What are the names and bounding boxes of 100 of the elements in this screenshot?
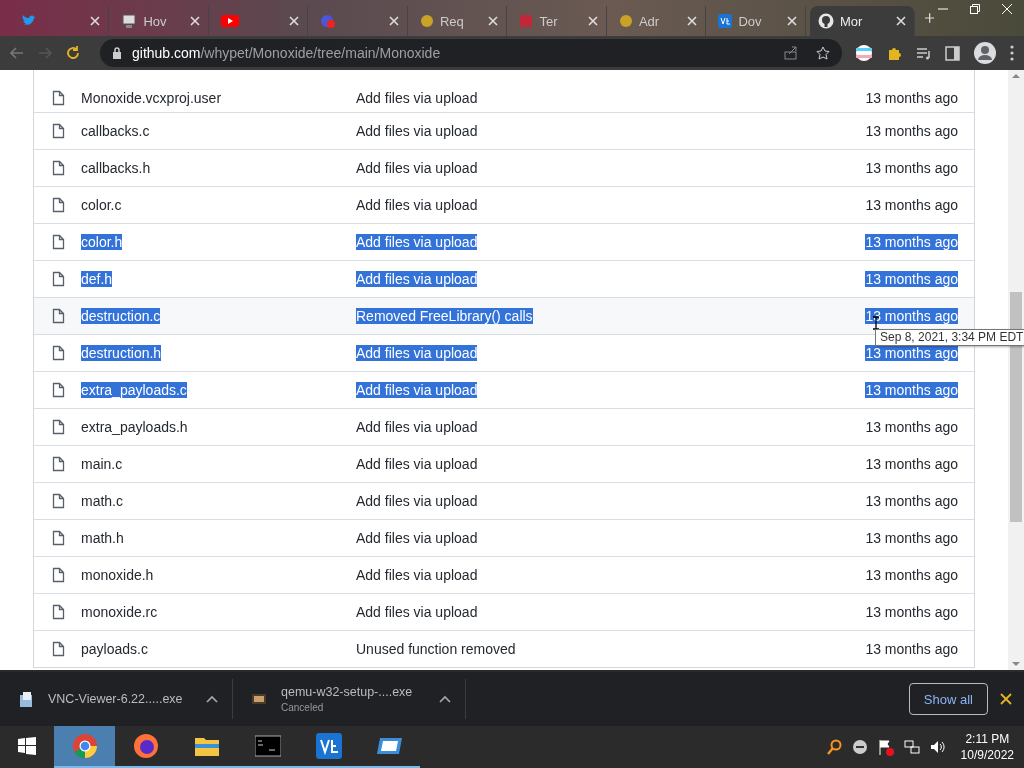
show-all-button[interactable]: Show all (908, 683, 988, 715)
download-item[interactable]: VNC-Viewer-6.22.....exe (0, 679, 233, 719)
file-link[interactable]: callbacks.c (81, 123, 150, 139)
close-icon[interactable] (488, 16, 499, 26)
menu-icon[interactable] (1010, 45, 1014, 61)
file-link[interactable]: color.c (81, 197, 122, 213)
cat-logo-icon (817, 13, 834, 29)
file-link[interactable]: payloads.c (81, 641, 148, 657)
close-icon[interactable] (786, 16, 797, 26)
scroll-up-icon[interactable] (1012, 73, 1020, 79)
file-icon (52, 604, 65, 620)
caret-icon[interactable] (206, 694, 218, 704)
clock-time: 2:11 PM (965, 731, 1010, 747)
file-icon (52, 234, 65, 250)
file-link[interactable]: destruction.h (81, 345, 162, 361)
tab-title: Hov (143, 13, 167, 29)
speaker-icon[interactable] (929, 739, 945, 755)
file-link[interactable]: monoxide.h (81, 567, 154, 583)
clock-date: 10/9/2022 (960, 747, 1014, 763)
commit-message-link[interactable]: Add files via upload (356, 604, 478, 620)
file-icon (52, 308, 65, 324)
file-link[interactable]: color.h (81, 234, 123, 250)
file-link[interactable]: def.h (81, 271, 113, 287)
ve-logo-icon (718, 14, 733, 28)
commit-message-link[interactable]: Add files via upload (356, 567, 478, 583)
commit-message-link[interactable]: Add files via upload (356, 493, 478, 509)
file-icon (52, 641, 65, 657)
file-icon (52, 271, 65, 287)
coin-icon (618, 14, 633, 28)
firefox-logo-icon (132, 733, 159, 759)
download-item[interactable]: qemu-w32-setup-....exe Canceled (233, 679, 466, 719)
scroll-down-icon[interactable] (1012, 661, 1020, 667)
file-link[interactable]: main.c (81, 456, 123, 472)
file-icon (52, 123, 65, 139)
caret-icon[interactable] (439, 694, 451, 704)
commit-message-link[interactable]: Add files via upload (356, 271, 478, 287)
file-icon (52, 419, 65, 435)
avatar-icon[interactable] (974, 42, 996, 64)
file-link[interactable]: destruction.c (81, 308, 161, 324)
back-icon[interactable] (10, 46, 24, 60)
coin-icon (419, 14, 434, 28)
commit-message-link[interactable]: Add files via upload (356, 234, 478, 250)
file-link[interactable]: callbacks.h (81, 160, 151, 176)
puzzle-icon[interactable] (886, 45, 902, 61)
reload-icon[interactable] (66, 46, 80, 60)
tab-title: Dov (738, 13, 762, 29)
new-tab-icon[interactable] (924, 12, 934, 24)
tab-title: Mor (839, 13, 863, 29)
commit-message-link[interactable]: Add files via upload (356, 456, 478, 472)
package-icon (251, 691, 267, 707)
share-icon[interactable] (784, 46, 798, 60)
chrome-logo-icon (71, 733, 98, 759)
commit-age: 13 months ago (865, 234, 958, 250)
file-link[interactable]: Monoxide.vcxproj.user (81, 89, 222, 106)
commit-message-link[interactable]: Add files via upload (356, 197, 478, 213)
terminal-icon (254, 733, 281, 759)
close-icon[interactable] (90, 16, 101, 26)
file-link[interactable]: monoxide.rc (81, 604, 158, 620)
commit-message-link[interactable]: Add files via upload (356, 160, 478, 176)
flag-icon[interactable] (856, 45, 872, 61)
close-icon[interactable] (895, 16, 906, 26)
address-bar[interactable]: github.com/whypet/Monoxide/tree/main/Monoxide (100, 39, 842, 67)
commit-message-link[interactable]: Add files via upload (356, 530, 478, 546)
close-icon[interactable] (289, 16, 300, 26)
network-icon[interactable] (903, 739, 920, 755)
commit-age: 13 months ago (865, 382, 958, 398)
status-icon[interactable] (851, 739, 868, 755)
file-link[interactable]: math.c (81, 493, 123, 509)
commit-age: 13 months ago (865, 567, 958, 583)
commit-message-link[interactable]: Add files via upload (356, 89, 478, 106)
clock[interactable]: 2:11 PM 10/9/2022 (960, 731, 1014, 763)
commit-message-link[interactable]: Add files via upload (356, 345, 478, 361)
commit-age: 13 months ago (865, 493, 958, 509)
restore-icon[interactable] (970, 4, 980, 14)
close-icon[interactable] (687, 16, 698, 26)
file-link[interactable]: extra_payloads.h (81, 419, 188, 435)
close-icon[interactable] (1000, 693, 1012, 705)
commit-message-link[interactable]: Removed FreeLibrary() calls (356, 308, 533, 324)
commit-age: 13 months ago (865, 604, 958, 620)
commit-message-link[interactable]: Add files via upload (356, 382, 478, 398)
search-icon[interactable] (826, 739, 842, 755)
commit-age: 13 months ago (865, 641, 958, 657)
star-icon[interactable] (816, 46, 830, 60)
file-link[interactable]: extra_payloads.c (81, 382, 187, 398)
browser-tab[interactable]: Mor (809, 6, 915, 36)
playlist-icon[interactable] (916, 45, 931, 61)
close-icon[interactable] (189, 16, 200, 26)
close-icon[interactable] (587, 16, 598, 26)
file-link[interactable]: math.h (81, 530, 124, 546)
commit-message-link[interactable]: Add files via upload (356, 123, 478, 139)
url-text: github.com/whypet/Monoxide/tree/main/Monoxide (132, 45, 441, 61)
commit-age: 13 months ago (865, 123, 958, 139)
commit-message-link[interactable]: Unused function removed (356, 641, 516, 657)
file-icon (52, 567, 65, 583)
side-panel-icon[interactable] (945, 45, 960, 61)
download-status: Canceled (281, 702, 325, 713)
commit-message-link[interactable]: Add files via upload (356, 419, 478, 435)
close-icon[interactable] (388, 16, 399, 26)
ve-logo-icon (315, 733, 342, 759)
flag-icon[interactable] (877, 738, 894, 756)
